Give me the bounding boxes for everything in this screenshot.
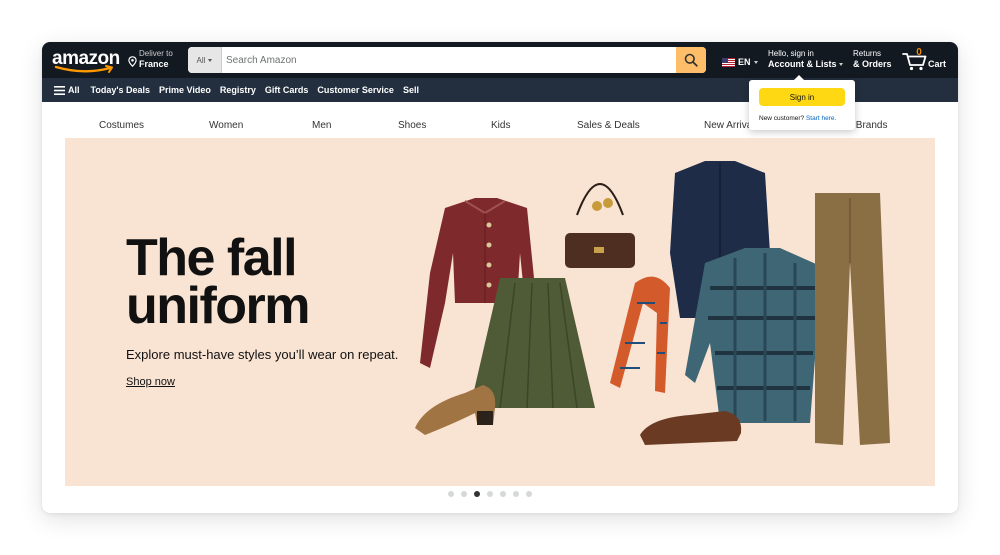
category-costumes[interactable]: Costumes (99, 120, 144, 131)
search-category-label: All (196, 55, 206, 65)
nav-gift-cards[interactable]: Gift Cards (265, 85, 309, 95)
brown-loafer-image (415, 385, 496, 435)
all-menu-label: All (68, 85, 80, 95)
amazon-logo[interactable]: amazon (52, 48, 120, 74)
location-pin-icon (128, 56, 137, 67)
brown-handbag-image (565, 183, 635, 268)
account-label: Account & Lists (768, 59, 843, 69)
carousel-dot[interactable] (448, 491, 454, 497)
search-category-select[interactable]: All (188, 47, 222, 73)
top-nav: amazon Deliver to France All Search Amaz… (42, 42, 958, 78)
hero-subtitle: Explore must-have styles you’ll wear on … (126, 347, 399, 362)
search-bar: All (188, 47, 706, 73)
plaid-scarf-image (610, 276, 670, 393)
hero-headline-line2: uniform (126, 277, 311, 335)
shop-now-link[interactable]: Shop now (126, 376, 175, 388)
gold-earring-image (603, 198, 613, 208)
returns-label: Returns (853, 49, 882, 58)
deliver-country: France (139, 59, 169, 69)
carousel-dot[interactable] (461, 491, 467, 497)
nav-customer-service[interactable]: Customer Service (317, 85, 394, 95)
nav-sell[interactable]: Sell (403, 85, 419, 95)
account-lists[interactable]: Hello, sign in Account & Lists (768, 49, 843, 69)
khaki-pants-image (815, 193, 890, 445)
new-customer-label: New customer? (759, 115, 805, 122)
cart-count: 0 (916, 47, 922, 58)
start-here-link[interactable]: Start here. (806, 115, 836, 122)
carousel-dot[interactable] (487, 491, 493, 497)
nav-todays-deals[interactable]: Today's Deals (91, 85, 151, 95)
orders-label: & Orders (853, 59, 892, 69)
account-lists-label: Account & Lists (768, 59, 837, 69)
signin-button[interactable]: Sign in (759, 88, 845, 106)
carousel-dot[interactable] (500, 491, 506, 497)
nav-registry[interactable]: Registry (220, 85, 256, 95)
new-customer-text: New customer? Start here. (759, 115, 836, 122)
carousel-dot-active[interactable] (474, 491, 480, 497)
category-sales-deals[interactable]: Sales & Deals (577, 120, 640, 131)
hamburger-menu-icon (54, 85, 65, 95)
signin-flyout: Sign in New customer? Start here. (749, 75, 855, 130)
smile-arrow-icon (54, 65, 113, 73)
carousel-dots (448, 491, 532, 497)
category-men[interactable]: Men (312, 120, 331, 131)
chevron-down-icon (753, 60, 758, 64)
hero-headline: The fall uniform (126, 229, 386, 335)
dress-shoe-image (640, 411, 742, 445)
browser-frame: amazon Deliver to France All Search Amaz… (42, 42, 958, 513)
chevron-down-icon (838, 62, 843, 66)
gold-earring-image (592, 201, 602, 211)
carousel-dot[interactable] (513, 491, 519, 497)
account-greeting: Hello, sign in (768, 49, 814, 58)
category-women[interactable]: Women (209, 120, 243, 131)
category-shoes[interactable]: Shoes (398, 120, 426, 131)
cart-button[interactable]: 0 Cart (902, 47, 952, 73)
language-code: EN (738, 57, 751, 67)
search-input[interactable] (226, 47, 672, 73)
all-menu-button[interactable]: All (54, 85, 80, 95)
category-kids[interactable]: Kids (491, 120, 510, 131)
hero-banner[interactable]: The fall uniform Explore must-have style… (65, 138, 935, 486)
fall-outfit-image (415, 161, 890, 445)
us-flag-icon (722, 57, 735, 67)
deliver-label: Deliver to (139, 49, 173, 58)
chevron-down-icon (208, 58, 213, 62)
nav-prime-video[interactable]: Prime Video (159, 85, 211, 95)
returns-orders[interactable]: Returns & Orders (853, 49, 892, 69)
language-selector[interactable]: EN (722, 56, 758, 68)
search-button[interactable] (676, 47, 706, 73)
hero-headline-line1: The fall (126, 229, 298, 287)
carousel-dot[interactable] (526, 491, 532, 497)
search-icon (684, 53, 698, 67)
cart-label: Cart (928, 59, 947, 69)
